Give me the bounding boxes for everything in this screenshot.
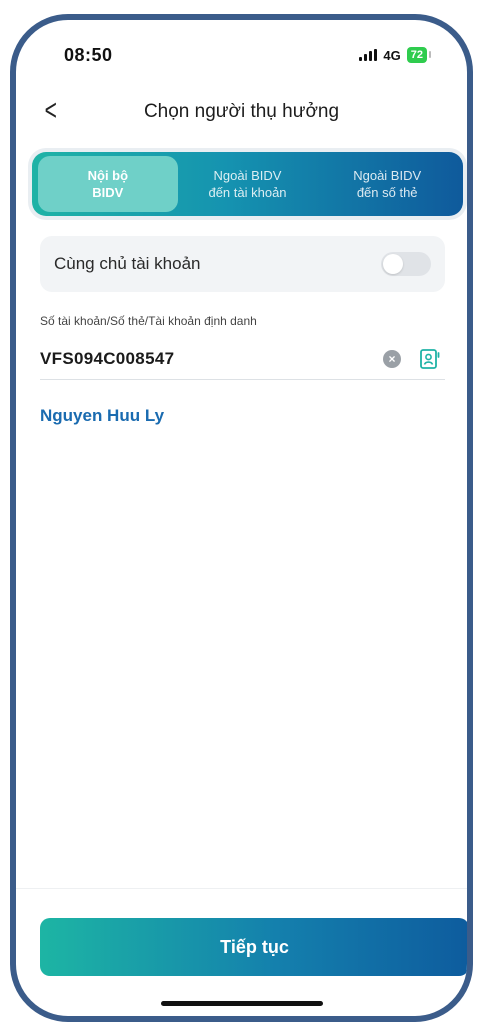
same-owner-row: Cùng chủ tài khoản [40,236,445,292]
battery-icon: 72 [406,47,432,63]
toggle-knob [383,254,403,274]
home-indicator [160,1001,323,1006]
account-field-label: Số tài khoản/Số thẻ/Tài khoản định danh [40,314,257,328]
same-owner-toggle[interactable] [381,252,431,276]
network-type: 4G [383,47,401,63]
continue-button[interactable]: Tiếp tục [40,918,467,976]
tab-internal-bidv[interactable]: Nội bộ BIDV [38,156,178,212]
tab-label-line1: Ngoài BIDV [213,168,282,183]
field-actions: × [383,348,445,370]
footer-divider [16,888,467,889]
segmented-control: Nội bộ BIDV Ngoài BIDV đến tài khoản Ngo… [32,152,463,216]
account-number-input[interactable]: VFS094C008547 [40,349,174,369]
tab-external-card[interactable]: Ngoài BIDV đến số thẻ [317,156,457,212]
status-time: 08:50 [64,44,113,65]
tab-external-account[interactable]: Ngoài BIDV đến tài khoản [178,156,318,212]
account-field[interactable]: VFS094C008547 × [40,338,445,380]
payee-name[interactable]: Nguyen Huu Ly [40,406,164,426]
tab-label-line2: đến số thẻ [356,185,418,200]
tab-label-line2: đến tài khoản [208,185,287,200]
tab-label-line1: Ngoài BIDV [353,168,422,183]
tab-label-line1: Nội bộ [87,168,129,183]
phone-frame: 08:50 4G 72 < Chọn người thụ hưởng Nội b… [10,14,473,1022]
page-title: Chọn người thụ hưởng [143,101,340,122]
same-owner-label: Cùng chủ tài khoản [54,254,201,273]
signal-icon [359,49,378,61]
contact-book-icon[interactable] [419,348,441,370]
status-indicators: 4G 72 [359,47,432,63]
status-bar: 08:50 4G 72 [16,20,467,90]
clear-icon[interactable]: × [383,349,401,368]
chevron-left-icon[interactable]: < [45,96,57,126]
transfer-type-tabs: Nội bộ BIDV Ngoài BIDV đến tài khoản Ngo… [28,148,467,220]
tab-label-line2: BIDV [92,185,124,200]
app-header: < Chọn người thụ hưởng [16,90,467,134]
